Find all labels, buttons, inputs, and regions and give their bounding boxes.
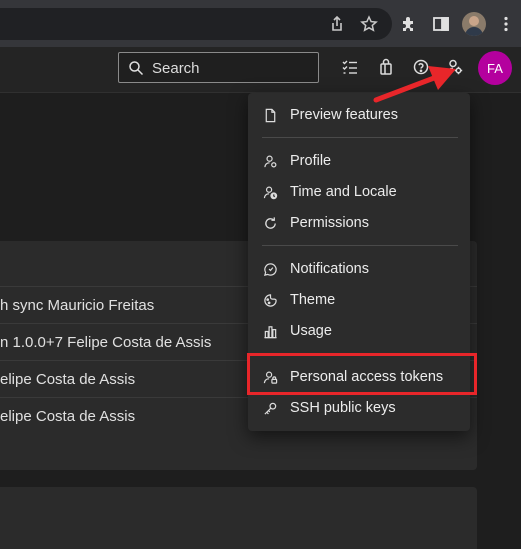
list-item-text: elipe Costa de Assis [0,371,136,388]
menu-item-label: SSH public keys [290,400,396,416]
menu-item-label: Permissions [290,215,369,231]
search-label: Search [152,60,200,77]
annotation-arrow-icon [373,66,456,103]
menu-item-label: Time and Locale [290,184,397,200]
page-icon [262,107,278,123]
highlight-box [247,353,477,395]
browser-toolbar [0,0,521,47]
search-box[interactable]: Search [118,52,319,83]
menu-item-time-and-locale[interactable]: Time and Locale [248,177,470,207]
menu-item-ssh-public-keys[interactable]: SSH public keys [248,393,470,423]
theme-icon [262,292,278,308]
bookmark-star-icon[interactable] [357,12,381,36]
menu-item-usage[interactable]: Usage [248,316,470,346]
extensions-icon[interactable] [397,12,421,36]
usage-icon [262,323,278,339]
user-avatar[interactable]: FA [478,51,512,85]
side-panel-icon[interactable] [429,12,453,36]
menu-item-label: Notifications [290,261,369,277]
search-icon [128,60,144,76]
browser-profile-avatar[interactable] [462,12,486,36]
refresh-icon [262,215,278,231]
menu-divider [262,137,458,138]
menu-item-profile[interactable]: Profile [248,146,470,176]
browser-menu-icon[interactable] [494,12,518,36]
notification-icon [262,261,278,277]
menu-item-theme[interactable]: Theme [248,285,470,315]
key-icon [262,400,278,416]
work-items-icon[interactable] [339,56,361,78]
time-locale-icon [262,184,278,200]
menu-item-permissions[interactable]: Permissions [248,208,470,238]
list-item-text: h sync [0,297,44,314]
menu-item-label: Usage [290,323,332,339]
menu-item-label: Theme [290,292,336,308]
list-item-text: elipe Costa de Assis [0,408,136,425]
share-icon[interactable] [325,12,349,36]
secondary-panel [0,487,477,549]
menu-item-label: Profile [290,153,332,169]
list-item-author: Felipe Costa de Assis [67,334,212,351]
menu-item-notifications[interactable]: Notifications [248,254,470,284]
list-item-author: Mauricio Freitas [47,297,155,314]
profile-icon [262,153,278,169]
list-item-text: n 1.0.0+7 [0,334,63,351]
menu-divider [262,245,458,246]
